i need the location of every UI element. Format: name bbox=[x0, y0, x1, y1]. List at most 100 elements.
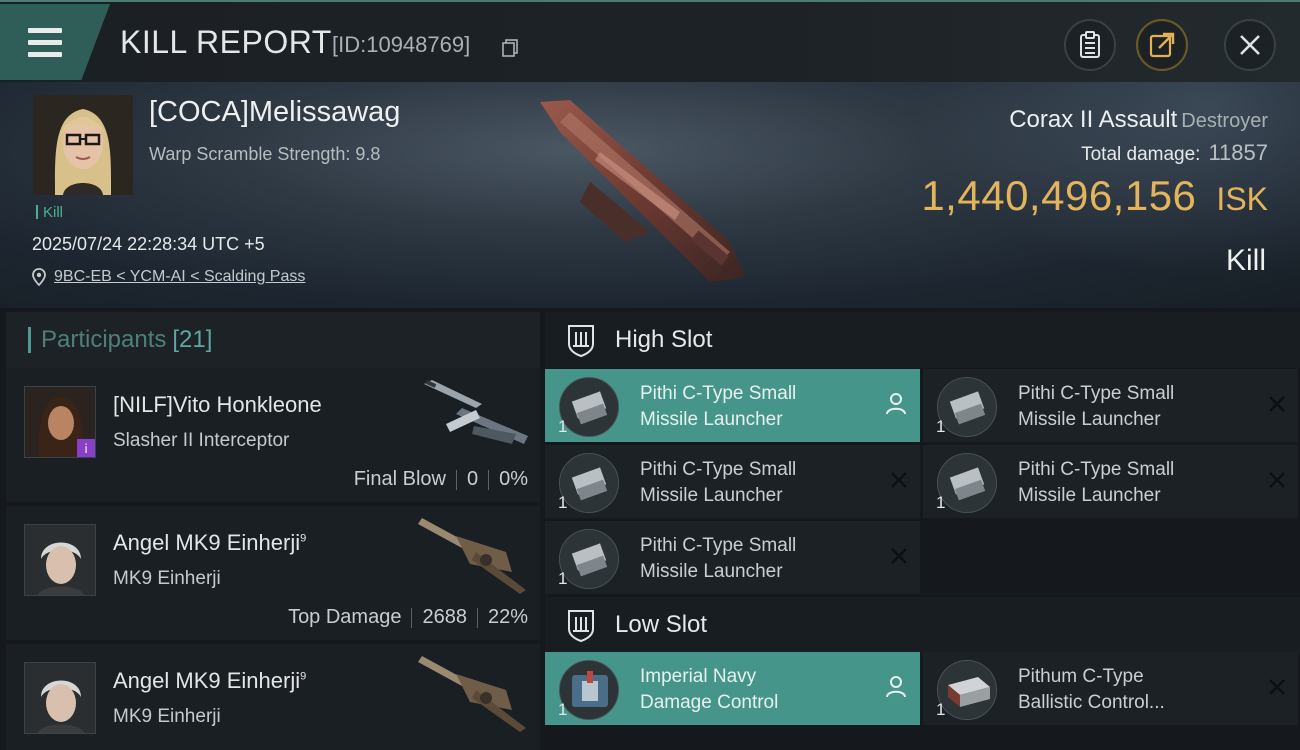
module-item[interactable]: 1 Pithi C-Type Small Missile Launcher bbox=[923, 369, 1298, 442]
module-name: Pithi C-Type Small Missile Launcher bbox=[640, 383, 797, 430]
participant-percent: 22% bbox=[487, 606, 528, 628]
destroyer-ship-image bbox=[540, 100, 745, 282]
total-damage-value: 11857 bbox=[1208, 140, 1268, 165]
participants-panel: Participants [21] i [NILF]Vito Honkleone… bbox=[6, 312, 540, 750]
participants-count: [21] bbox=[172, 326, 213, 353]
isk-amount: 1,440,496,156 bbox=[921, 172, 1197, 219]
pilot-portrait-icon: i bbox=[25, 387, 95, 457]
destroyed-x-icon bbox=[891, 548, 907, 564]
participant-ship: MK9 Einherji bbox=[113, 568, 221, 589]
close-icon bbox=[1240, 35, 1260, 55]
participant-damage: 2688 bbox=[422, 606, 467, 628]
ship-name: Corax II Assault bbox=[1009, 106, 1178, 133]
fitting-panel: High Slot 1 Pithi C-Type Small Missile La… bbox=[545, 312, 1300, 750]
victim-name[interactable]: [COCA]Melissawag bbox=[149, 96, 400, 129]
module-name: Imperial Navy Damage Control bbox=[640, 666, 779, 713]
module-quantity: 1 bbox=[558, 700, 568, 719]
module-item[interactable]: 1 Imperial Navy Damage Control bbox=[545, 652, 920, 725]
participant-damage: 0 bbox=[466, 468, 479, 490]
module-quantity: 1 bbox=[558, 417, 568, 436]
module-name: Pithi C-Type Small Missile Launcher bbox=[1018, 459, 1175, 506]
module-quantity: 1 bbox=[558, 493, 568, 512]
location-link[interactable]: 9BC-EB < YCM-AI < Scalding Pass bbox=[54, 268, 305, 286]
low-slot-header: Low Slot bbox=[545, 597, 1300, 653]
destroyed-x-icon bbox=[891, 472, 907, 488]
menu-icon[interactable] bbox=[0, 4, 110, 80]
destroyed-x-icon bbox=[1269, 679, 1285, 695]
total-damage: Total damage: 11857 bbox=[1081, 140, 1268, 166]
victim-panel: [COCA]Melissawag Warp Scramble Strength:… bbox=[0, 82, 1300, 308]
participant-avatar: i bbox=[24, 386, 96, 458]
missile-launcher-icon bbox=[937, 453, 997, 513]
missile-launcher-icon bbox=[559, 453, 619, 513]
participant-name: [NILF]Vito Honkleone bbox=[113, 392, 322, 417]
missile-launcher-icon bbox=[937, 377, 997, 437]
copy-icon[interactable] bbox=[502, 39, 518, 57]
module-item[interactable]: 1 Pithi C-Type Small Missile Launcher bbox=[545, 445, 920, 518]
participant-stats: Top Damage 2688 22% bbox=[288, 606, 528, 629]
participant-name: Angel MK9 Einherji9 bbox=[113, 530, 307, 555]
low-slot-label: Low Slot bbox=[615, 611, 708, 638]
module-item[interactable]: 1 Pithi C-Type Small Missile Launcher bbox=[923, 445, 1298, 518]
victim-portrait[interactable] bbox=[33, 95, 133, 195]
pilot-fitted-icon bbox=[886, 393, 906, 415]
kill-type-tag: Kill bbox=[36, 204, 63, 221]
participant-ship: MK9 Einherji bbox=[113, 706, 221, 727]
interceptor-ship-thumbnail bbox=[424, 380, 528, 444]
module-name: Pithi C-Type Small Missile Launcher bbox=[640, 459, 797, 506]
clipboard-button[interactable] bbox=[1064, 19, 1116, 71]
isk-unit: ISK bbox=[1216, 181, 1268, 217]
participant-ship: Slasher II Interceptor bbox=[113, 430, 290, 451]
kill-location[interactable]: 9BC-EB < YCM-AI < Scalding Pass bbox=[32, 268, 305, 286]
destroyed-x-icon bbox=[1269, 472, 1285, 488]
location-pin-icon bbox=[32, 268, 46, 286]
module-quantity: 1 bbox=[558, 569, 568, 588]
drone-ship-thumbnail bbox=[418, 518, 526, 594]
participant-avatar bbox=[24, 662, 96, 734]
victim-ship[interactable]: Corax II Assault Destroyer bbox=[1009, 106, 1268, 134]
participants-header[interactable]: Participants [21] bbox=[6, 312, 540, 368]
participant-row[interactable]: i [NILF]Vito Honkleone Slasher II Interc… bbox=[6, 368, 540, 502]
low-slot-icon bbox=[568, 610, 594, 643]
result-label: Kill bbox=[1225, 244, 1266, 277]
damage-control-icon bbox=[559, 660, 619, 720]
total-damage-label: Total damage: bbox=[1081, 144, 1201, 165]
pilot-portrait-icon bbox=[25, 663, 95, 733]
missile-launcher-icon bbox=[559, 377, 619, 437]
module-item[interactable]: 1 Pithi C-Type Small Missile Launcher bbox=[545, 521, 920, 594]
module-item[interactable]: 1 Pithi C-Type Small Missile Launcher bbox=[545, 369, 920, 442]
participant-row[interactable]: Angel MK9 Einherji9 MK9 Einherji Top Dam… bbox=[6, 506, 540, 640]
ship-class: Destroyer bbox=[1181, 110, 1268, 132]
high-slot-icon bbox=[568, 325, 594, 358]
page-title: KILL REPORT bbox=[120, 24, 332, 60]
isk-value: 1,440,496,156 ISK bbox=[921, 172, 1268, 220]
participant-name: Angel MK9 Einherji9 bbox=[113, 668, 307, 693]
module-quantity: 1 bbox=[936, 700, 946, 719]
module-name: Pithi C-Type Small Missile Launcher bbox=[640, 535, 797, 582]
participant-stats: Final Blow 0 0% bbox=[354, 468, 528, 491]
top-bar: KILL REPORT [ID:10948769] bbox=[0, 0, 1300, 82]
high-slot-label: High Slot bbox=[615, 326, 713, 353]
participant-row[interactable]: Angel MK9 Einherji9 MK9 Einherji bbox=[6, 644, 540, 750]
participant-role: Top Damage bbox=[288, 606, 402, 628]
close-button[interactable] bbox=[1224, 19, 1276, 71]
participant-percent: 0% bbox=[499, 468, 528, 490]
module-quantity: 1 bbox=[936, 417, 946, 436]
participant-avatar bbox=[24, 524, 96, 596]
participant-role: Final Blow bbox=[353, 468, 446, 490]
ballistic-control-icon bbox=[937, 660, 997, 720]
pilot-portrait-icon bbox=[25, 525, 95, 595]
kill-report-window: KILL REPORT [ID:10948769] [COCA]Melissaw… bbox=[0, 0, 1300, 750]
svg-text:i: i bbox=[84, 442, 87, 456]
participants-label: Participants bbox=[41, 326, 167, 353]
module-name: Pithi C-Type Small Missile Launcher bbox=[1018, 383, 1175, 430]
module-name: Pithum C-Type Ballistic Control... bbox=[1018, 666, 1165, 713]
destroyed-x-icon bbox=[1269, 396, 1285, 412]
pilot-portrait-icon bbox=[33, 95, 133, 195]
module-item[interactable]: 1 Pithum C-Type Ballistic Control... bbox=[923, 652, 1298, 725]
share-icon bbox=[1149, 32, 1175, 58]
warp-scramble-strength: Warp Scramble Strength: 9.8 bbox=[149, 144, 381, 164]
missile-launcher-icon bbox=[559, 529, 619, 589]
module-quantity: 1 bbox=[936, 493, 946, 512]
share-button[interactable] bbox=[1136, 19, 1188, 71]
